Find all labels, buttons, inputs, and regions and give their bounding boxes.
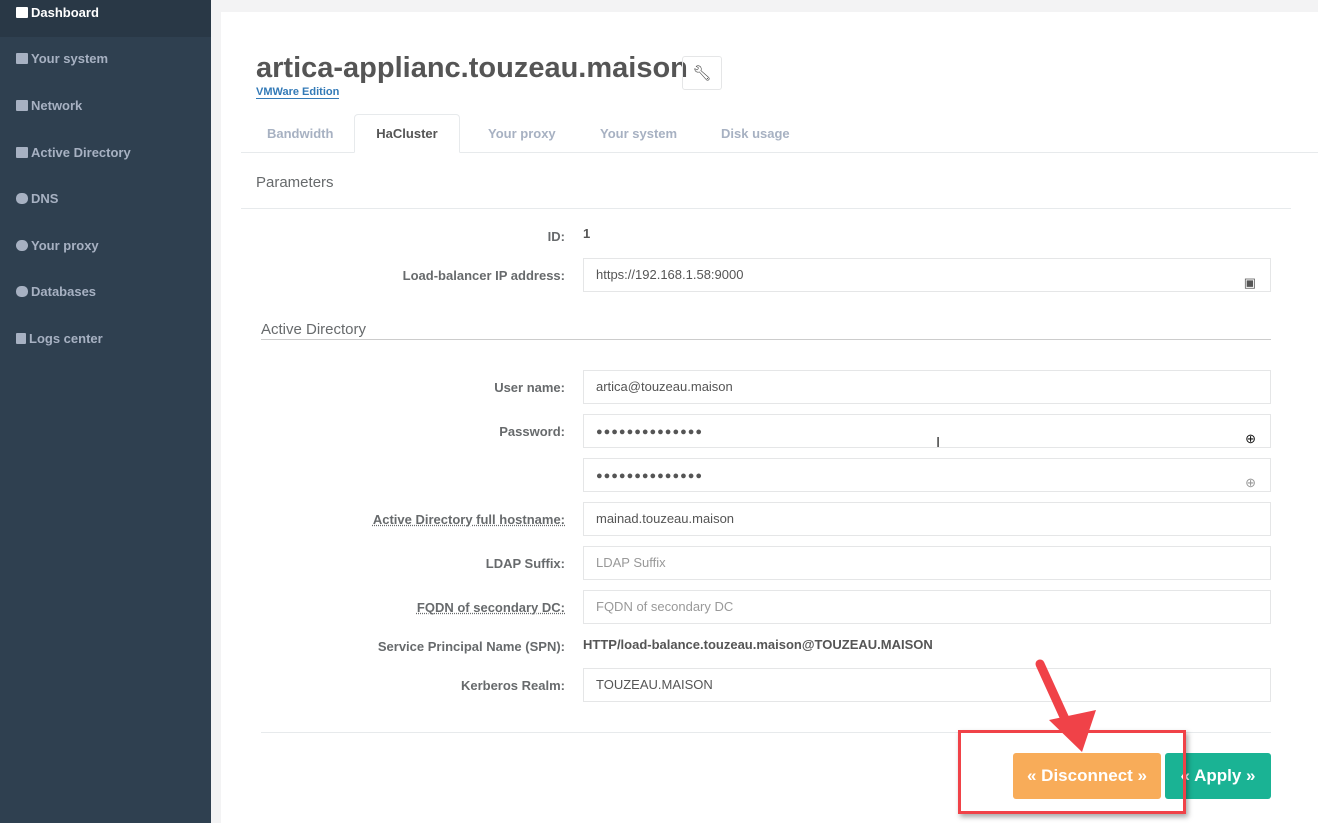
label: Databases [31, 284, 97, 299]
label: Dashboard [31, 5, 99, 20]
id-label: ID: [547, 229, 565, 244]
lock-refresh-icon[interactable]: ⊕ [1245, 423, 1256, 455]
sidebar-item-your-system[interactable]: Your system [16, 51, 108, 66]
label: Network [31, 98, 83, 113]
fqdn-label: FQDN of secondary DC: [416, 600, 565, 615]
database-icon [16, 286, 28, 297]
label: DNS [31, 191, 59, 206]
value: ●●●●●●●●●●●●●● [596, 426, 704, 438]
tab-bandwidth[interactable]: Bandwidth [267, 126, 333, 141]
lb-ip-input[interactable]: https://192.168.1.58:9000 ▣ [583, 258, 1271, 292]
tab-disk-usage[interactable]: Disk usage [721, 126, 790, 141]
text-cursor-icon: I [936, 434, 941, 451]
edition-link[interactable]: VMWare Edition [256, 86, 340, 99]
ad-hostname-input[interactable]: mainad.touzeau.maison [583, 502, 1271, 536]
sidebar-item-active-directory[interactable]: Active Directory [16, 145, 131, 160]
page-title: artica-applianc.touzeau.maison [256, 52, 688, 84]
sidebar-item-dns[interactable]: DNS [16, 191, 58, 206]
ad-heading: Active Directory [261, 321, 367, 338]
sidebar: Dashboard Your system Network Active Dir… [0, 0, 211, 823]
id-value: 1 [583, 226, 591, 241]
realm-label: Kerberos Realm: [460, 678, 565, 693]
label: Your proxy [31, 238, 99, 253]
label: Active Directory [31, 145, 131, 160]
divider [261, 339, 1271, 340]
lock-refresh-icon[interactable]: ⊕ [1245, 467, 1256, 499]
label: Your system [31, 51, 109, 66]
ad-hostname-label: Active Directory full hostname: [372, 512, 565, 527]
lb-label: Load-balancer IP address: [402, 268, 565, 283]
value: ●●●●●●●●●●●●●● [596, 470, 704, 482]
file-icon [16, 333, 26, 344]
database-icon [16, 193, 28, 204]
sidebar-item-logs-center[interactable]: Logs center [16, 331, 103, 346]
sidebar-item-network[interactable]: Network [16, 98, 82, 113]
value: https://192.168.1.58:9000 [596, 267, 744, 282]
username-label: User name: [494, 380, 565, 395]
section-title: Parameters [256, 174, 334, 191]
sidebar-item-your-proxy[interactable]: Your proxy [16, 238, 99, 253]
sitemap-icon [16, 100, 28, 111]
password-confirm-input[interactable]: ●●●●●●●●●●●●●● ⊕ [583, 458, 1271, 492]
divider [241, 208, 1291, 209]
spn-label: Service Principal Name (SPN): [377, 639, 565, 654]
settings-button[interactable]: 🔧︎ [682, 56, 722, 90]
tab-your-system[interactable]: Your system [600, 126, 677, 141]
sidebar-item-dashboard[interactable]: Dashboard [16, 5, 99, 20]
annotation-arrow-icon [1035, 659, 1096, 752]
th-large-icon [16, 7, 28, 18]
wrench-icon: 🔧︎ [692, 65, 712, 82]
server-icon [16, 53, 28, 64]
realm-input[interactable]: TOUZEAU.MAISON [583, 668, 1271, 702]
username-input[interactable]: artica@touzeau.maison [583, 370, 1271, 404]
password-input[interactable]: ●●●●●●●●●●●●●● ⊕ [583, 414, 1271, 448]
windows-icon [16, 147, 28, 158]
ldap-suffix-label: LDAP Suffix: [485, 556, 565, 571]
contact-card-icon[interactable]: ▣ [1244, 267, 1256, 299]
ldap-suffix-input[interactable]: LDAP Suffix [583, 546, 1271, 580]
password-label: Password: [499, 424, 565, 439]
tab-hacluster[interactable]: HaCluster [354, 114, 460, 153]
tab-your-proxy[interactable]: Your proxy [488, 126, 556, 141]
label: Logs center [29, 331, 103, 346]
sidebar-item-databases[interactable]: Databases [16, 284, 96, 299]
fqdn-input[interactable]: FQDN of secondary DC [583, 590, 1271, 624]
spn-value: HTTP/load-balance.touzeau.maison@TOUZEAU… [583, 637, 933, 652]
globe-icon [16, 240, 28, 251]
